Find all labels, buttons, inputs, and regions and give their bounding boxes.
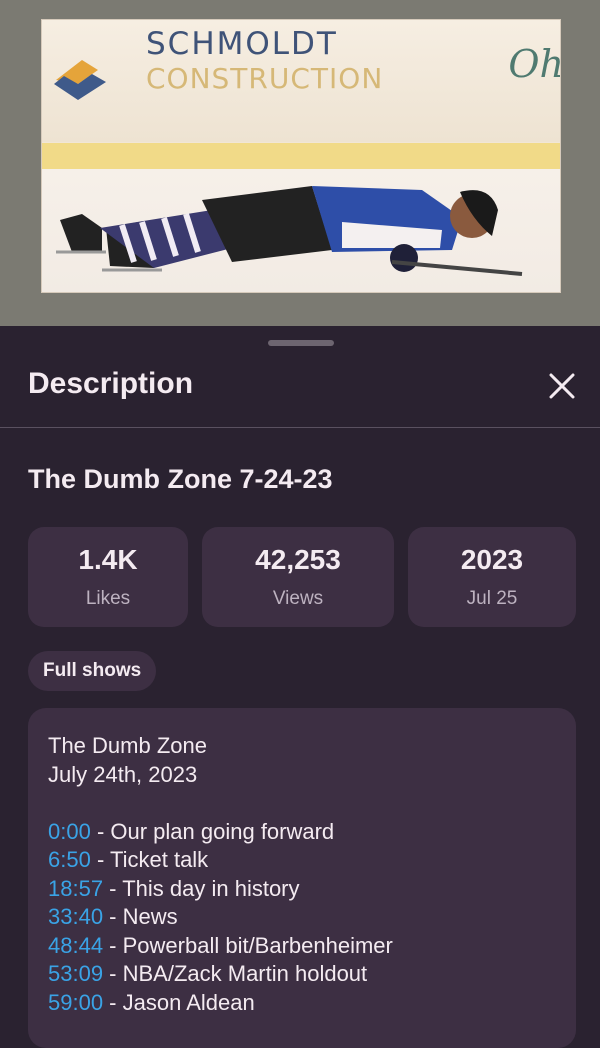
chapter-title: - NBA/Zack Martin holdout — [103, 961, 368, 986]
chapter-timestamp-link[interactable]: 18:57 — [48, 876, 103, 901]
chapter-title: - Ticket talk — [90, 847, 209, 872]
description-line: July 24th, 2023 — [48, 761, 198, 787]
views-label: Views — [272, 588, 324, 609]
full-shows-chip[interactable]: Full shows — [28, 651, 157, 691]
chapter-row: 48:44 - Powerball bit/Barbenheimer — [48, 932, 556, 961]
description-sheet: Description The Dumb Zone 7-24-23 1.4K L… — [0, 326, 600, 1048]
video-player[interactable]: SCHMOLDT CONSTRUCTION Oh — [0, 0, 600, 326]
hockey-player-image — [56, 186, 523, 276]
chapter-timestamp-link[interactable]: 53:09 — [48, 961, 103, 986]
chapter-timestamp-link[interactable]: 48:44 — [48, 933, 103, 958]
chapter-title: - News — [103, 904, 178, 929]
chapter-timestamp-link[interactable]: 6:50 — [48, 847, 91, 872]
chapter-row: 59:00 - Jason Aldean — [48, 989, 556, 1018]
likes-count: 1.4K — [78, 544, 138, 575]
chapter-timestamp-link[interactable]: 59:00 — [48, 990, 103, 1015]
chapter-title: - This day in history — [103, 875, 300, 901]
likes-stat: 1.4K Likes — [28, 527, 188, 627]
description-line: The Dumb Zone — [48, 733, 207, 758]
chapter-title: - Our plan going forward — [90, 818, 335, 844]
sheet-title: Description — [28, 367, 194, 400]
video-title: The Dumb Zone 7-24-23 — [28, 464, 333, 494]
sponsor-name: SCHMOLDT — [146, 26, 338, 62]
chapter-timestamp-link[interactable]: 33:40 — [48, 904, 103, 929]
close-button[interactable] — [542, 366, 582, 406]
description-text: The Dumb Zone July 24th, 2023 0:00 - Our… — [28, 708, 576, 1048]
video-thumbnail[interactable]: SCHMOLDT CONSTRUCTION Oh — [41, 19, 561, 293]
views-stat: 42,253 Views — [202, 527, 394, 627]
close-icon — [549, 373, 575, 399]
views-count: 42,253 — [255, 544, 341, 575]
publish-year: 2023 — [460, 544, 524, 575]
likes-label: Likes — [85, 588, 131, 609]
chapter-timestamp-link[interactable]: 0:00 — [48, 819, 91, 844]
drag-handle[interactable] — [268, 340, 334, 346]
chapter-row: 0:00 - Our plan going forward — [48, 818, 556, 847]
chapter-row: 18:57 - This day in history — [48, 875, 556, 904]
chapter-title: - Powerball bit/Barbenheimer — [103, 932, 393, 958]
divider — [0, 427, 600, 428]
rink-stripe — [42, 143, 560, 169]
chapter-row: 6:50 - Ticket talk — [48, 846, 556, 875]
sponsor-logo-icon — [54, 60, 106, 100]
chapter-row: 33:40 - News — [48, 903, 556, 932]
sponsor-right-text: Oh — [508, 42, 561, 86]
chapter-row: 53:09 - NBA/Zack Martin holdout — [48, 960, 556, 989]
publish-date: Jul 25 — [466, 588, 518, 609]
sponsor-subtitle: CONSTRUCTION — [146, 62, 384, 95]
chapter-title: - Jason Aldean — [103, 989, 255, 1015]
date-stat: 2023 Jul 25 — [408, 527, 576, 627]
